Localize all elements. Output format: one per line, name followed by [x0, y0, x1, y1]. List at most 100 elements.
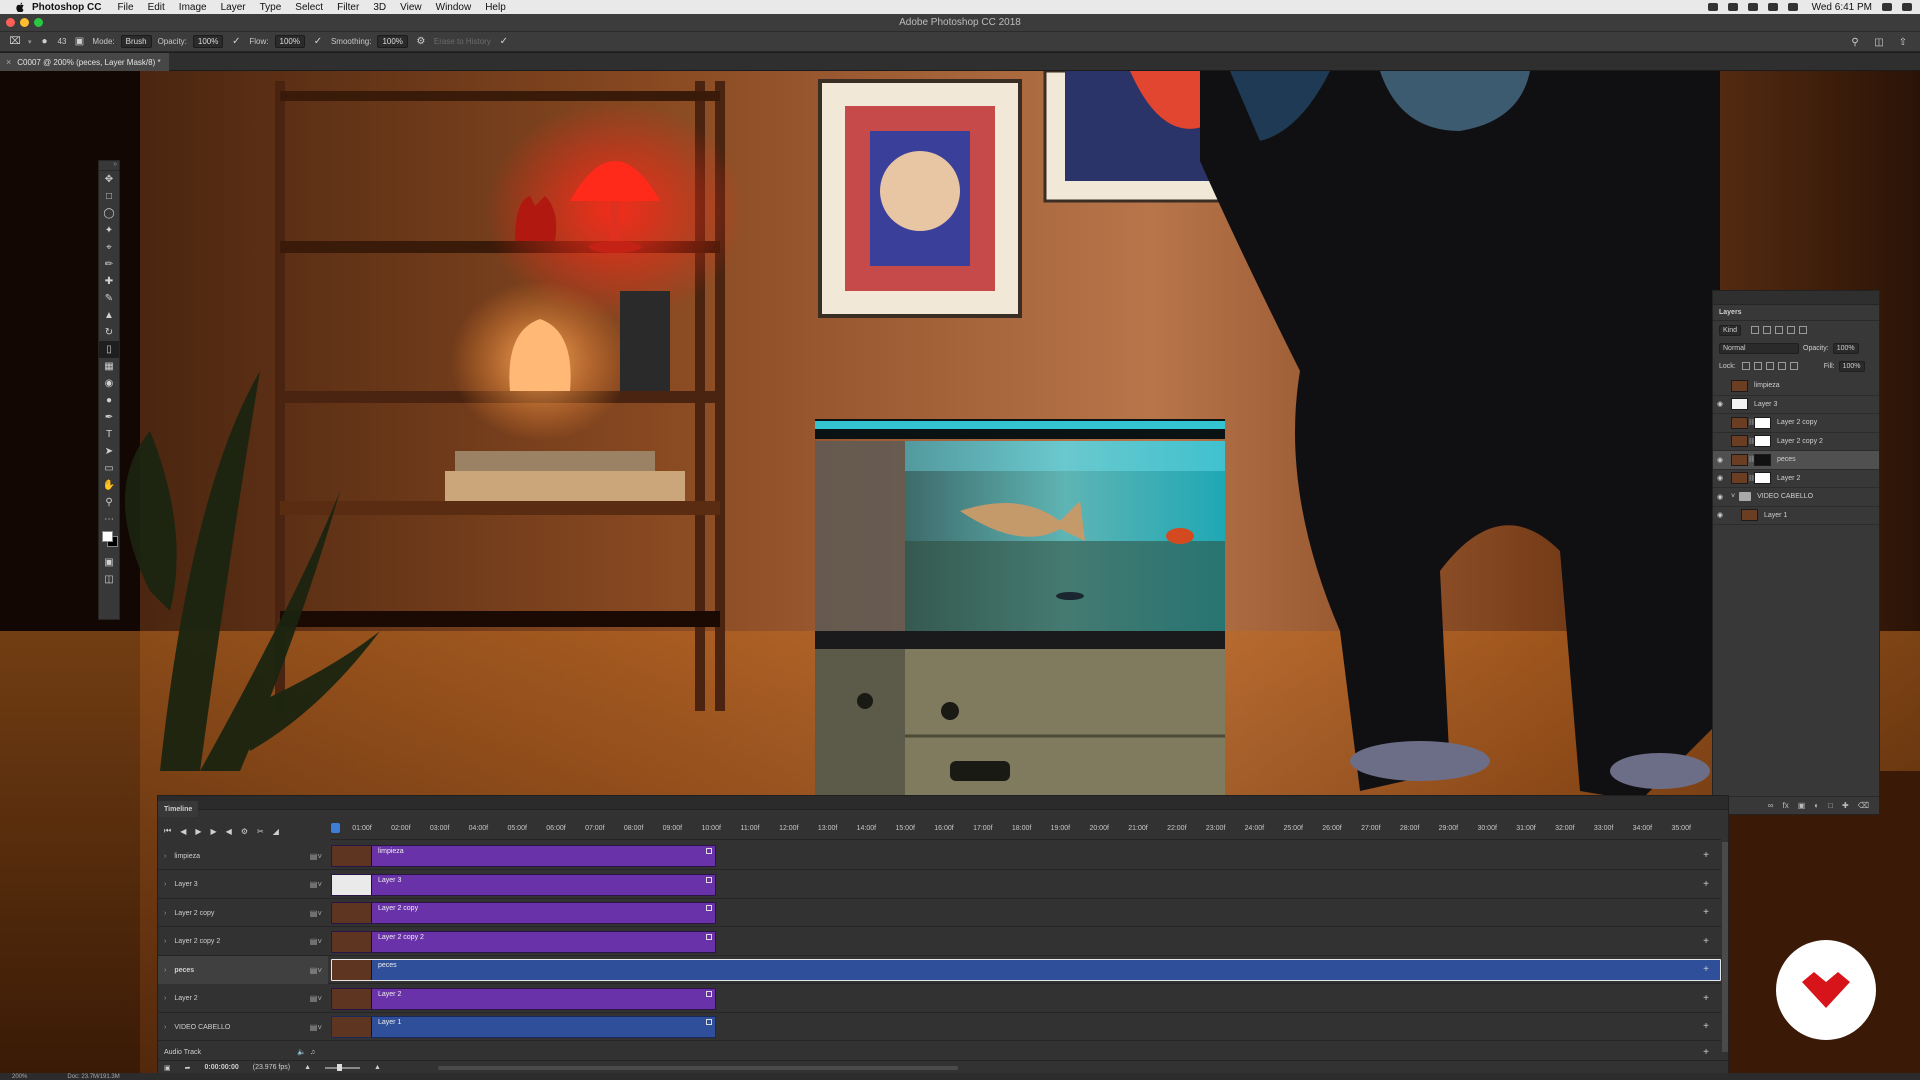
split-at-playhead-scissors-icon[interactable]: ✂ [257, 827, 264, 836]
layer-thumbnail[interactable] [1731, 398, 1748, 411]
brush-tool-icon[interactable]: ✎ [99, 290, 119, 307]
more-tools-icon[interactable]: ⋯ [99, 511, 119, 528]
layer-mask-thumbnail[interactable] [1754, 435, 1771, 448]
layer-row[interactable]: ◉ ⛓ peces [1713, 451, 1879, 470]
search-icon[interactable]: ⚲ [1848, 36, 1862, 48]
pressure-size-icon[interactable]: ✓ [497, 36, 511, 48]
layer-row[interactable]: ⛓ Layer 2 copy 2 [1713, 433, 1879, 451]
track-options-icon[interactable]: ▤˅ [310, 994, 322, 1003]
clip-end-icon[interactable] [706, 990, 712, 997]
new-group-icon[interactable]: □ [1828, 801, 1833, 810]
track-expand-chevron-icon[interactable]: › [164, 881, 166, 888]
layer-style-icon[interactable]: fx [1783, 801, 1789, 810]
smoothing-field[interactable]: 100% [377, 35, 408, 48]
blur-tool-icon[interactable]: ◉ [99, 375, 119, 392]
eyedropper-tool-icon[interactable]: ✏ [99, 256, 119, 273]
eraser-tool-icon[interactable]: ▯ [99, 341, 119, 358]
fill-field[interactable]: 100% [1838, 360, 1865, 372]
smoothing-settings-gear-icon[interactable]: ⚙ [414, 36, 428, 48]
track-header[interactable]: › Layer 2 ▤˅ [158, 985, 328, 1013]
timeline-clip[interactable]: limpieza [331, 845, 716, 867]
track-expand-chevron-icon[interactable]: › [164, 967, 166, 974]
brush-panel-icon[interactable]: ▣ [72, 36, 86, 48]
tool-preset-dropdown-icon[interactable]: ▾ [28, 38, 32, 46]
clip-end-icon[interactable] [706, 848, 712, 854]
audio-icon[interactable]: ◀ [226, 827, 232, 836]
layer-thumbnail[interactable] [1731, 472, 1748, 485]
timeline-clip[interactable]: Layer 2 [331, 987, 716, 1010]
filter-pixel-icon[interactable] [1751, 326, 1760, 334]
erase-to-history-checkbox[interactable]: Erase to History [434, 37, 491, 46]
blend-mode-select[interactable]: Normal [1719, 342, 1799, 354]
layers-panel-header[interactable] [1713, 291, 1879, 305]
brush-preset-icon[interactable]: ● [38, 36, 52, 48]
record-icon[interactable] [1707, 3, 1718, 11]
tools-panel-grip[interactable]: » [99, 161, 119, 171]
clip-end-icon[interactable] [706, 933, 712, 940]
lasso-tool-icon[interactable]: ◯ [99, 205, 119, 222]
track-options-icon[interactable]: ▤˅ [310, 1023, 322, 1032]
menu-window[interactable]: Window [436, 2, 472, 13]
layer-row[interactable]: ◉ ˅ VIDEO CABELLO [1713, 488, 1879, 507]
visibility-eye-icon[interactable]: ◉ [1713, 511, 1727, 519]
path-select-tool-icon[interactable]: ➤ [99, 443, 119, 460]
group-expand-chevron-icon[interactable]: ˅ [1731, 493, 1735, 500]
layer-mask-thumbnail[interactable] [1754, 453, 1771, 466]
layer-thumbnail[interactable] [1731, 435, 1748, 448]
audio-mute-icon[interactable]: 🔈 [297, 1048, 306, 1056]
rectangle-tool-icon[interactable]: ▭ [99, 460, 119, 477]
filter-shape-icon[interactable] [1787, 326, 1796, 334]
timeline-track[interactable]: › peces ▤˅ peces + [158, 956, 1721, 984]
battery-icon[interactable] [1787, 3, 1798, 11]
spotlight-icon[interactable] [1882, 3, 1892, 11]
add-media-icon[interactable]: + [1703, 1021, 1709, 1032]
menu-help[interactable]: Help [485, 2, 506, 13]
timeline-track[interactable]: › Layer 3 ▤˅ Layer 3 + [158, 871, 1721, 899]
layer-thumbnail[interactable] [1731, 379, 1748, 392]
track-header[interactable]: › Layer 2 copy 2 ▤˅ [158, 928, 328, 956]
creative-cloud-icon[interactable] [1727, 3, 1738, 11]
pressure-opacity-icon[interactable]: ✓ [229, 36, 243, 48]
workspace-icon[interactable]: ◫ [1872, 36, 1886, 48]
layer-row[interactable]: ◉ Layer 1 [1713, 507, 1879, 525]
flow-field[interactable]: 100% [274, 35, 305, 48]
zoom-out-icon[interactable]: ▲ [304, 1064, 311, 1071]
timeline-clip[interactable]: Layer 2 copy 2 [331, 930, 716, 953]
track-options-icon[interactable]: ▤˅ [310, 909, 322, 918]
crop-tool-icon[interactable]: ⌖ [99, 239, 119, 256]
marquee-tool-icon[interactable]: □ [99, 188, 119, 205]
timeline-header[interactable] [158, 796, 1728, 810]
quick-mask-icon[interactable]: ▣ [99, 554, 119, 571]
zoom-tool-icon[interactable]: ⚲ [99, 494, 119, 511]
document-tab[interactable]: × C0007 @ 200% (peces, Layer Mask/8) * [0, 53, 169, 71]
layer-row[interactable]: ⛓ Layer 2 copy [1713, 414, 1879, 433]
timeline-track[interactable]: › VIDEO CABELLO ▤˅ Layer 1 + [158, 1013, 1721, 1041]
layer-mask-thumbnail[interactable] [1754, 416, 1771, 429]
track-options-icon[interactable]: ▤˅ [310, 852, 322, 861]
timeline-zoom-handle[interactable] [337, 1063, 343, 1071]
status-zoom[interactable]: 200% [12, 1074, 27, 1080]
type-tool-icon[interactable]: T [99, 426, 119, 443]
timeline-zoom-slider[interactable] [325, 1063, 361, 1071]
track-header[interactable]: › limpieza ▤˅ [158, 842, 328, 870]
add-media-icon[interactable]: + [1703, 850, 1709, 861]
airbrush-icon[interactable]: ✓ [311, 36, 325, 48]
lock-position-icon[interactable] [1765, 362, 1774, 370]
lock-all-icon[interactable] [1789, 362, 1798, 370]
layer-thumbnail[interactable] [1731, 416, 1748, 429]
add-media-icon[interactable]: + [1703, 936, 1709, 947]
layer-thumbnail[interactable] [1741, 509, 1758, 522]
layer-kind-filter[interactable]: Kind [1719, 324, 1742, 336]
delete-layer-icon[interactable]: ⌫ [1858, 801, 1869, 810]
timeline-track[interactable]: › Layer 2 ▤˅ Layer 2 + [158, 985, 1721, 1013]
render-video-icon[interactable]: ➦ [185, 1064, 191, 1072]
track-header[interactable]: › Layer 3 ▤˅ [158, 871, 328, 899]
timeline-track[interactable]: › limpieza ▤˅ limpieza + [158, 842, 1721, 870]
lock-image-icon[interactable] [1753, 362, 1762, 370]
adjustment-layer-icon[interactable]: ◐ [1814, 801, 1819, 810]
dodge-tool-icon[interactable]: ● [99, 392, 119, 409]
history-brush-tool-icon[interactable]: ↻ [99, 324, 119, 341]
menu-select[interactable]: Select [295, 2, 323, 13]
menu-filter[interactable]: Filter [337, 2, 359, 13]
minimize-window-button[interactable] [20, 18, 29, 27]
